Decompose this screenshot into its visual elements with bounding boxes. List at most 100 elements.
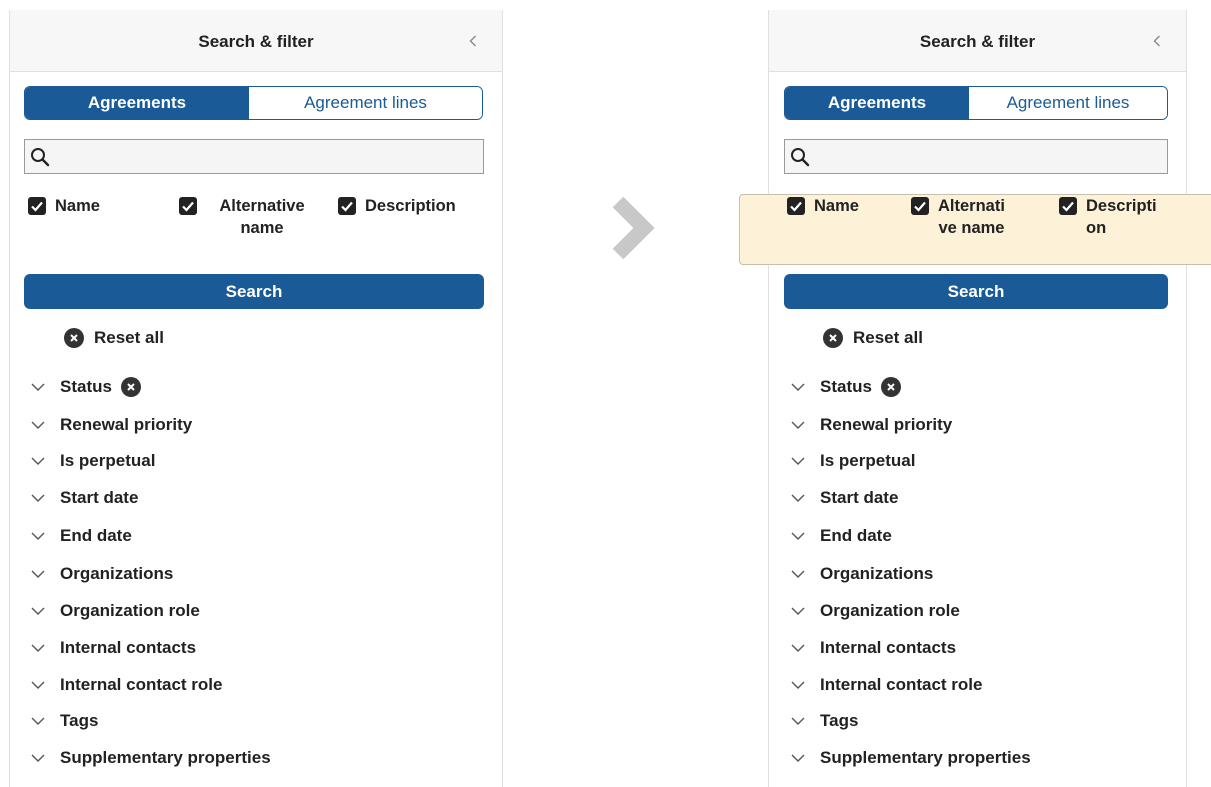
- filter-is-perpetual[interactable]: Is perpetual: [31, 451, 155, 471]
- filter-label: Tags: [820, 711, 859, 730]
- filter-start-date[interactable]: Start date: [791, 488, 898, 508]
- filter-renewal-priority[interactable]: Renewal priority: [31, 415, 192, 435]
- filter-label: Internal contacts: [60, 638, 197, 657]
- filter-tags[interactable]: Tags: [791, 711, 858, 731]
- filter-organization-role[interactable]: Organization role: [31, 601, 200, 621]
- checkbox-checked-icon: [787, 197, 805, 215]
- segment-control: Agreements Agreement lines: [24, 86, 483, 120]
- chevron-down-icon: [31, 532, 45, 540]
- reset-all-button[interactable]: Reset all: [64, 328, 164, 348]
- field-description-checkbox[interactable]: Descripti on: [1059, 195, 1157, 239]
- x-circle-icon[interactable]: [120, 377, 141, 397]
- checkbox-checked-icon: [911, 197, 929, 215]
- filter-label: Renewal priority: [60, 415, 193, 434]
- chevron-down-icon: [791, 754, 805, 762]
- x-circle-icon: [64, 328, 84, 348]
- filter-label: End date: [820, 526, 892, 545]
- field-label: Name: [814, 197, 859, 215]
- filter-renewal-priority[interactable]: Renewal priority: [791, 415, 952, 435]
- chevron-down-icon: [31, 644, 45, 652]
- checkbox-checked-icon: [28, 197, 46, 215]
- arrow-right-icon: [612, 196, 655, 260]
- search-fields: Name Alternative name Description: [28, 195, 488, 243]
- chevron-down-icon: [31, 681, 45, 689]
- field-label: Descripti on: [1086, 195, 1157, 239]
- chevron-down-icon: [31, 754, 45, 762]
- filter-start-date[interactable]: Start date: [31, 488, 138, 508]
- field-label: Alternati ve name: [938, 195, 1005, 239]
- filter-internal-contact-role[interactable]: Internal contact role: [31, 675, 222, 695]
- tab-agreements[interactable]: Agreements: [785, 87, 969, 119]
- filter-organizations[interactable]: Organizations: [791, 564, 933, 584]
- chevron-down-icon: [31, 383, 45, 391]
- chevron-left-icon[interactable]: [1150, 32, 1164, 50]
- chevron-left-icon[interactable]: [466, 32, 480, 50]
- reset-all-label: Reset all: [853, 328, 923, 347]
- field-description-checkbox[interactable]: Description: [338, 195, 456, 217]
- x-circle-icon[interactable]: [880, 377, 901, 397]
- tab-agreement-lines[interactable]: Agreement lines: [249, 87, 482, 119]
- filter-organizations[interactable]: Organizations: [31, 564, 173, 584]
- reset-all-label: Reset all: [94, 328, 164, 347]
- filter-internal-contacts[interactable]: Internal contacts: [791, 638, 956, 658]
- tab-agreement-lines[interactable]: Agreement lines: [969, 87, 1167, 119]
- field-alternative-name-checkbox[interactable]: Alternati ve name: [911, 195, 1005, 239]
- filter-label: Supplementary properties: [820, 748, 1031, 767]
- search-input[interactable]: [55, 142, 479, 171]
- filter-supplementary-properties[interactable]: Supplementary properties: [31, 748, 271, 768]
- pane-title: Search & filter: [198, 32, 314, 51]
- filter-label: Start date: [820, 488, 899, 507]
- filter-internal-contacts[interactable]: Internal contacts: [31, 638, 196, 658]
- search-button[interactable]: Search: [784, 274, 1168, 309]
- filter-label: Organizations: [60, 564, 174, 583]
- chevron-down-icon: [31, 421, 45, 429]
- chevron-down-icon: [791, 457, 805, 465]
- x-circle-icon: [823, 328, 843, 348]
- filter-label: Start date: [60, 488, 139, 507]
- search-box: [784, 139, 1168, 174]
- field-label: Description: [365, 197, 456, 215]
- tab-agreements[interactable]: Agreements: [25, 87, 249, 119]
- search-fields: Name Alternati ve name Descripti on: [787, 195, 1207, 243]
- field-name-checkbox[interactable]: Name: [787, 195, 859, 217]
- search-filter-pane-after: Search & filter: [768, 10, 1187, 787]
- filter-is-perpetual[interactable]: Is perpetual: [791, 451, 915, 471]
- filter-label: Organization role: [60, 601, 200, 620]
- search-button[interactable]: Search: [24, 274, 484, 309]
- filter-label: Is perpetual: [820, 451, 916, 470]
- field-label-line: Descripti: [1086, 197, 1157, 215]
- filter-label: Status: [820, 377, 872, 396]
- checkbox-checked-icon: [1059, 197, 1077, 215]
- chevron-down-icon: [791, 421, 805, 429]
- chevron-down-icon: [31, 717, 45, 725]
- pane-header: Search & filter: [769, 10, 1186, 72]
- search-input[interactable]: [815, 142, 1163, 171]
- field-label: Alternative name: [219, 197, 305, 237]
- field-alternative-name-checkbox[interactable]: Alternative name: [179, 195, 318, 239]
- magnifier-icon: [31, 148, 50, 167]
- chevron-down-icon: [791, 607, 805, 615]
- filter-status[interactable]: Status: [31, 377, 141, 397]
- filter-label: End date: [60, 526, 132, 545]
- field-label-line: ve name: [938, 219, 1005, 237]
- filter-label: Internal contact role: [820, 675, 983, 694]
- chevron-down-icon: [31, 570, 45, 578]
- chevron-down-icon: [791, 383, 805, 391]
- chevron-down-icon: [31, 494, 45, 502]
- checkbox-checked-icon: [179, 197, 197, 215]
- filter-tags[interactable]: Tags: [31, 711, 98, 731]
- magnifier-icon: [791, 148, 810, 167]
- filter-status[interactable]: Status: [791, 377, 901, 397]
- filter-label: Internal contacts: [820, 638, 957, 657]
- field-name-checkbox[interactable]: Name: [28, 195, 100, 217]
- reset-all-button[interactable]: Reset all: [823, 328, 923, 348]
- filter-end-date[interactable]: End date: [31, 526, 132, 546]
- chevron-down-icon: [791, 717, 805, 725]
- chevron-down-icon: [31, 607, 45, 615]
- filter-internal-contact-role[interactable]: Internal contact role: [791, 675, 982, 695]
- search-filter-pane-before: Search & filter: [9, 10, 503, 787]
- filter-supplementary-properties[interactable]: Supplementary properties: [791, 748, 1031, 768]
- filter-end-date[interactable]: End date: [791, 526, 892, 546]
- filter-organization-role[interactable]: Organization role: [791, 601, 960, 621]
- filter-label: Organizations: [820, 564, 934, 583]
